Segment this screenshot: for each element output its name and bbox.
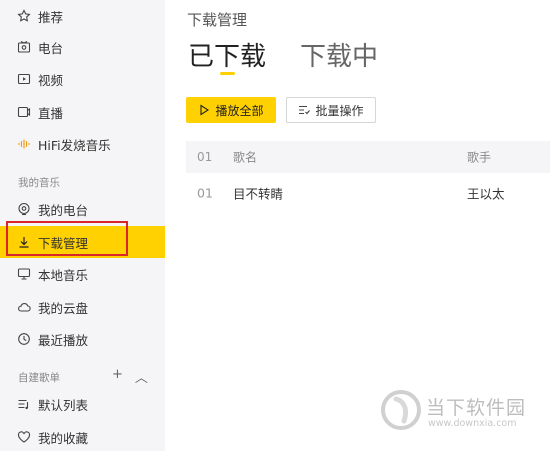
sidebar-item-recent[interactable]: 最近播放 [0, 323, 165, 355]
my-music-section-label: 我的音乐 [18, 177, 60, 189]
sidebar-item-label: 直播 [38, 105, 64, 121]
radio-icon [17, 40, 31, 54]
sidebar-item-label: 本地音乐 [38, 267, 89, 283]
batch-list-icon [299, 105, 311, 115]
table-header: 01 歌名 歌手 [186, 141, 550, 173]
collapse-playlists-button[interactable]: ︿ [135, 367, 148, 386]
watermark: 当下软件园 www.downxia.com [380, 381, 545, 441]
watermark-text: 当下软件园 [426, 397, 527, 419]
row-artist[interactable]: 王以太 [467, 184, 505, 203]
hifi-wave-icon [17, 137, 31, 151]
sidebar-item-favorites[interactable]: 我的收藏 [0, 421, 165, 451]
playlist-icon [17, 397, 31, 411]
tab-active-indicator [220, 72, 235, 75]
live-icon [17, 105, 31, 119]
playlists-section-label: 自建歌单 [18, 372, 60, 384]
play-all-label: 播放全部 [215, 103, 264, 118]
monitor-icon [17, 267, 31, 281]
sidebar-item-label: 视频 [38, 72, 64, 88]
tab-downloading[interactable]: 下载中 [300, 36, 378, 73]
play-icon [200, 104, 210, 116]
sidebar-item-default-list[interactable]: 默认列表 [0, 388, 165, 420]
my-radio-icon [17, 202, 31, 216]
watermark-logo-icon [381, 390, 421, 430]
sidebar-item-recommend[interactable]: 推荐 [0, 0, 165, 32]
video-icon [17, 72, 31, 86]
sidebar-item-label: 最近播放 [38, 332, 89, 348]
playlist-tools: + ︿ [112, 367, 148, 386]
sidebar-item-cloud-disk[interactable]: 我的云盘 [0, 291, 165, 323]
clock-icon [17, 332, 31, 346]
play-all-button[interactable]: 播放全部 [186, 97, 276, 123]
sidebar-item-label: 电台 [38, 40, 64, 56]
heart-icon [17, 430, 31, 444]
sidebar-item-label: HiFi发烧音乐 [38, 137, 111, 153]
sidebar-item-radio[interactable]: 电台 [0, 31, 165, 63]
row-index: 01 [197, 185, 213, 201]
sidebar-item-label: 我的云盘 [38, 300, 89, 316]
table-row[interactable]: 01 目不转睛 王以太 [186, 177, 550, 209]
highlight-box-sidebar [6, 221, 128, 256]
batch-operation-button[interactable]: 批量操作 [286, 97, 376, 123]
sidebar-item-hifi[interactable]: HiFi发烧音乐 [0, 128, 165, 160]
tab-downloaded[interactable]: 已下载 [188, 36, 266, 73]
cloud-icon [17, 300, 31, 314]
header-index: 01 [197, 150, 213, 164]
sidebar-item-live[interactable]: 直播 [0, 96, 165, 128]
add-playlist-button[interactable]: + [112, 367, 123, 386]
header-song: 歌名 [233, 150, 258, 165]
sidebar-item-label: 推荐 [38, 9, 64, 25]
header-artist: 歌手 [467, 150, 492, 165]
page-title: 下载管理 [187, 11, 248, 29]
sidebar-item-label: 默认列表 [38, 397, 89, 413]
row-song-title[interactable]: 目不转睛 [233, 184, 283, 203]
sidebar-item-local-music[interactable]: 本地音乐 [0, 258, 165, 290]
sidebar-item-video[interactable]: 视频 [0, 63, 165, 95]
sidebar-item-label: 我的电台 [38, 202, 89, 218]
watermark-url: www.downxia.com [428, 418, 517, 429]
batch-operation-label: 批量操作 [315, 103, 364, 118]
sidebar-item-label: 我的收藏 [38, 430, 89, 446]
star-icon [17, 9, 31, 23]
